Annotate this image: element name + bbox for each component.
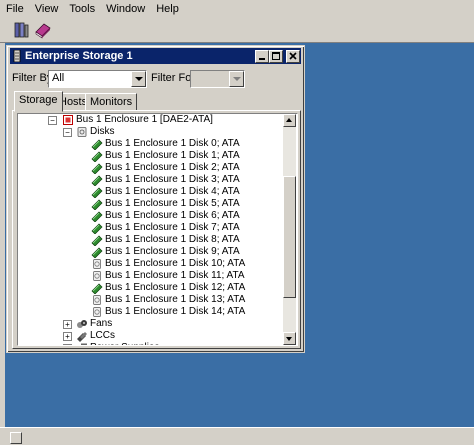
minimize-button[interactable] [255,50,269,63]
menu-file[interactable]: File [0,0,29,18]
vertical-scrollbar[interactable] [283,114,296,345]
expand-toggle-power-supplies[interactable]: + [63,344,72,345]
expand-toggle-fans[interactable]: + [63,320,72,329]
disk-empty-icon [93,271,101,281]
tree-node-disk-14[interactable]: Bus 1 Enclosure 1 Disk 14; ATA [105,306,245,318]
disk-icon [91,247,103,258]
disk-icon [91,187,103,198]
filter-for-select[interactable] [190,70,245,88]
scroll-down-button[interactable] [283,332,296,345]
menu-bar: File View Tools Window Help [0,0,474,18]
disk-icon [91,151,103,162]
book-icon [35,23,51,39]
tree-node-disk-10[interactable]: Bus 1 Enclosure 1 Disk 10; ATA [105,258,245,270]
expand-toggle-disks[interactable]: − [63,128,72,137]
lcc-icon [77,332,87,342]
tree-node-disk-5[interactable]: Bus 1 Enclosure 1 Disk 5; ATA [105,198,240,210]
storage-icon [13,50,21,62]
tree-node-fans[interactable]: Fans [90,318,112,330]
window-title: Enterprise Storage 1 [25,50,133,62]
menu-window[interactable]: Window [100,0,150,18]
tree-node-disk-3[interactable]: Bus 1 Enclosure 1 Disk 3; ATA [105,174,240,186]
chevron-down-icon[interactable] [229,71,244,87]
filter-by-select[interactable]: All [48,70,147,88]
tree-node-disk-9[interactable]: Bus 1 Enclosure 1 Disk 9; ATA [105,246,240,258]
tree-node-disk-4[interactable]: Bus 1 Enclosure 1 Disk 4; ATA [105,186,240,198]
disk-icon [91,199,103,210]
storage-system-button[interactable] [12,21,30,39]
storage-system-icon [14,22,29,38]
disk-empty-icon [93,307,101,317]
horizontal-scrollbar[interactable] [0,427,474,445]
power-supply-icon [81,343,87,345]
filter-by-value: All [52,72,65,84]
window-titlebar[interactable]: Enterprise Storage 1 [10,48,301,64]
tab-storage[interactable]: Storage [14,91,63,112]
chevron-down-icon[interactable] [131,71,146,87]
tree-node-disk-7[interactable]: Bus 1 Enclosure 1 Disk 7; ATA [105,222,240,234]
close-button[interactable] [286,50,300,63]
tree-node-lccs[interactable]: LCCs [90,330,115,342]
tab-strip: Storage Hosts Monitors [12,91,299,112]
minimize-icon [259,58,265,60]
menu-help[interactable]: Help [150,0,184,18]
filter-row: Filter By: All Filter For: [12,70,299,88]
disk-icon [91,163,103,174]
enclosure-icon [63,115,73,125]
tree-node-disk-2[interactable]: Bus 1 Enclosure 1 Disk 2; ATA [105,162,240,174]
close-icon [289,52,297,60]
fan-icon [77,320,87,328]
disk-icon [91,211,103,222]
tree-node-enclosure[interactable]: Bus 1 Enclosure 1 [DAE2-ATA] [76,114,213,126]
book-button[interactable] [34,21,52,39]
enterprise-storage-window: Enterprise Storage 1 Filter By: All Filt… [6,45,305,353]
tree-node-disk-11[interactable]: Bus 1 Enclosure 1 Disk 11; ATA [105,270,245,282]
desktop-frame [0,43,5,427]
storage-tab-panel: − Bus 1 Enclosure 1 [DAE2-ATA] − Disks Bus 1… [12,110,301,349]
tree-node-disk-8[interactable]: Bus 1 Enclosure 1 Disk 8; ATA [105,234,240,246]
tree-node-disks[interactable]: Disks [90,126,114,138]
tree-node-disk-12[interactable]: Bus 1 Enclosure 1 Disk 12; ATA [105,282,245,294]
maximize-button[interactable] [269,50,283,63]
disk-empty-icon [93,259,101,269]
tree-node-disk-0[interactable]: Bus 1 Enclosure 1 Disk 0; ATA [105,138,240,150]
menu-view[interactable]: View [29,0,64,18]
disks-folder-icon [77,127,87,137]
maximize-icon [272,52,280,60]
disk-icon [91,223,103,234]
expand-toggle-lccs[interactable]: + [63,332,72,341]
disk-icon [91,139,103,150]
storage-tree: − Bus 1 Enclosure 1 [DAE2-ATA] − Disks Bus 1… [17,113,298,346]
tree-node-power-supplies[interactable]: Power Supplies [90,342,159,345]
disk-icon [91,235,103,246]
tree-node-disk-13[interactable]: Bus 1 Enclosure 1 Disk 13; ATA [105,294,245,306]
scroll-left-button[interactable] [10,432,22,444]
disk-empty-icon [93,295,101,305]
disk-icon [91,175,103,186]
menu-tools[interactable]: Tools [63,0,100,18]
scroll-up-button[interactable] [283,114,296,127]
scroll-thumb[interactable] [283,176,296,298]
disk-icon [91,283,103,294]
toolbar [0,18,474,43]
tree-node-disk-6[interactable]: Bus 1 Enclosure 1 Disk 6; ATA [105,210,240,222]
tree-node-disk-1[interactable]: Bus 1 Enclosure 1 Disk 1; ATA [105,150,240,162]
expand-toggle-enclosure[interactable]: − [48,116,57,125]
tab-monitors[interactable]: Monitors [85,93,138,111]
